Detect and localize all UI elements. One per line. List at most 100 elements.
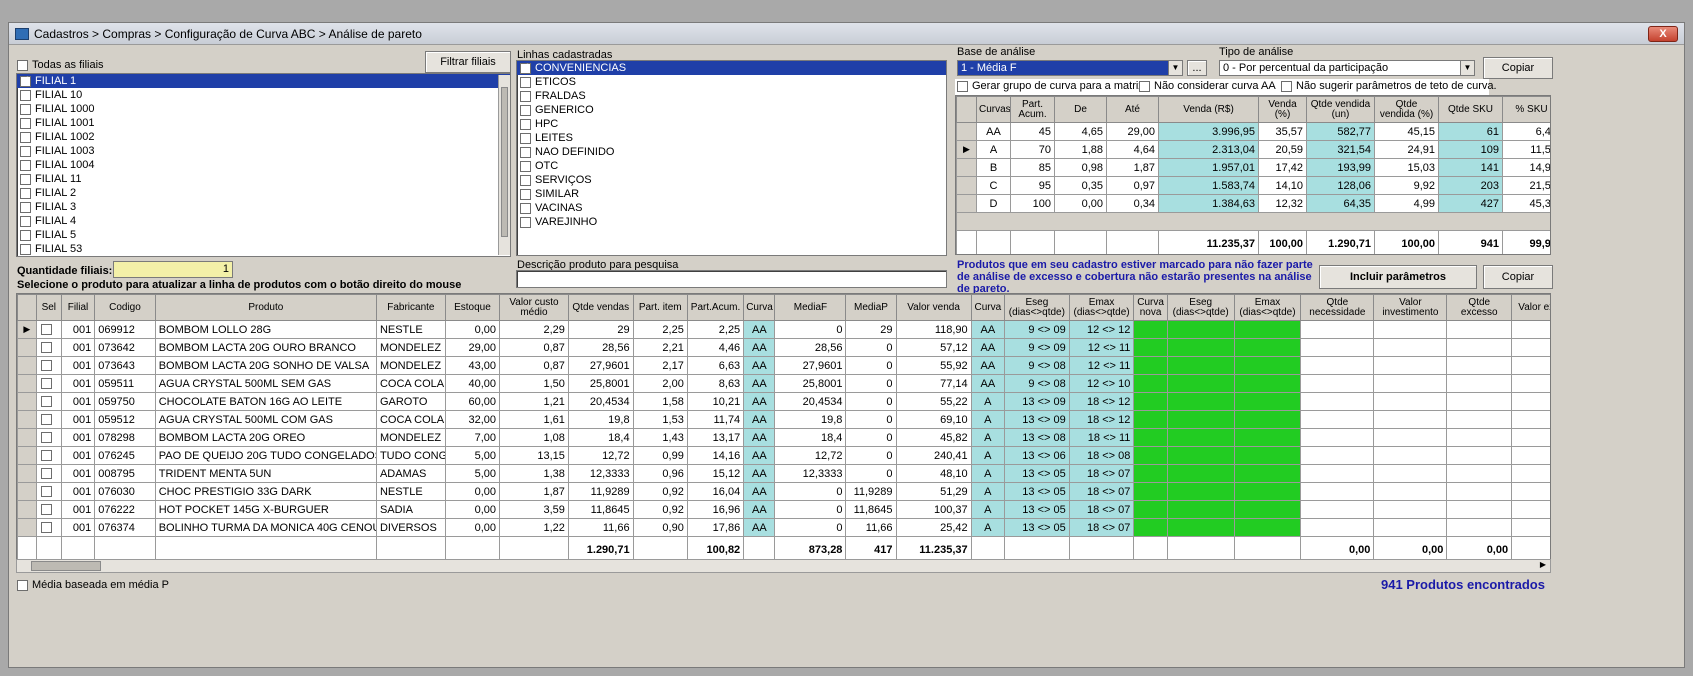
checkbox-icon[interactable]: [520, 202, 531, 214]
product-cell[interactable]: [1446, 374, 1513, 393]
product-cell[interactable]: 001: [60, 320, 96, 339]
product-cell[interactable]: 28,56: [567, 338, 634, 357]
product-cell[interactable]: 9 <> 09: [1004, 338, 1070, 357]
curves-cell[interactable]: 64,35: [1306, 194, 1375, 213]
table-row[interactable]: 001 008795 TRIDENT MENTA 5UN ADAMAS 5,00 1,38…: [17, 464, 1550, 483]
curves-cell[interactable]: 45: [1010, 122, 1055, 141]
curves-cell[interactable]: 1,88: [1054, 140, 1107, 159]
product-cell[interactable]: A: [970, 482, 1006, 501]
checkbox-icon[interactable]: [520, 146, 531, 158]
product-cell[interactable]: [1300, 374, 1375, 393]
product-cell[interactable]: [1233, 500, 1302, 519]
product-cell[interactable]: 001: [60, 428, 96, 447]
product-cell[interactable]: [1511, 428, 1550, 447]
product-cell[interactable]: [1511, 320, 1550, 339]
product-cell[interactable]: [1233, 338, 1302, 357]
product-cell[interactable]: 076030: [94, 482, 156, 501]
curves-cell[interactable]: 0,97: [1106, 176, 1159, 195]
product-cell[interactable]: 0,90: [632, 518, 688, 537]
select-checkbox[interactable]: [41, 378, 53, 390]
product-cell[interactable]: 13 <> 05: [1004, 518, 1070, 537]
product-cell[interactable]: [1133, 482, 1168, 501]
product-cell[interactable]: [1300, 482, 1375, 501]
products-col-header[interactable]: Valor exces: [1511, 294, 1550, 321]
checkbox-icon[interactable]: [520, 76, 531, 88]
product-cell[interactable]: 16,96: [686, 500, 745, 519]
products-col-header[interactable]: Qtde vendas: [567, 294, 634, 321]
product-cell[interactable]: AA: [970, 356, 1006, 375]
product-cell[interactable]: 001: [60, 356, 96, 375]
product-cell[interactable]: 19,8: [774, 410, 847, 429]
product-cell[interactable]: [1511, 500, 1550, 519]
curves-row[interactable]: B 85 0,98 1,87 1.957,01 17,42 193,99 15,03 141 14…: [956, 158, 1550, 177]
product-cell[interactable]: [1233, 374, 1302, 393]
product-cell[interactable]: TUDO CONGI: [375, 446, 446, 465]
close-button[interactable]: X: [1648, 26, 1678, 42]
linha-item[interactable]: LEITES: [517, 131, 946, 145]
product-cell[interactable]: A: [970, 518, 1006, 537]
product-cell[interactable]: [1446, 518, 1513, 537]
curves-col-header[interactable]: Curvas: [976, 96, 1011, 123]
product-cell[interactable]: CHOC PRESTIGIO 33G DARK: [154, 482, 377, 501]
product-cell[interactable]: 001: [60, 374, 96, 393]
product-cell[interactable]: 0: [845, 428, 897, 447]
product-cell[interactable]: [1446, 446, 1513, 465]
curves-col-header[interactable]: % SKU: [1502, 96, 1550, 123]
product-cell[interactable]: [1133, 356, 1168, 375]
curves-cell[interactable]: 14,10: [1258, 176, 1307, 195]
linha-item[interactable]: OTC: [517, 159, 946, 173]
filial-item[interactable]: FILIAL 2: [17, 186, 510, 200]
table-row[interactable]: 001 078298 BOMBOM LACTA 20G OREO MONDELEZ 7,…: [17, 428, 1550, 447]
products-col-header[interactable]: Sel: [35, 294, 62, 321]
curves-cell[interactable]: 29,00: [1106, 122, 1159, 141]
product-cell[interactable]: 2,00: [632, 374, 688, 393]
product-cell[interactable]: 12,72: [567, 446, 634, 465]
filial-item[interactable]: FILIAL 1003: [17, 144, 510, 158]
product-cell[interactable]: 77,14: [895, 374, 972, 393]
table-row[interactable]: 001 073642 BOMBOM LACTA 20G OURO BRANCO MON…: [17, 338, 1550, 357]
curves-cell[interactable]: 17,42: [1258, 158, 1307, 177]
product-cell[interactable]: [1300, 392, 1375, 411]
product-cell[interactable]: [1133, 392, 1168, 411]
product-cell[interactable]: 5,00: [444, 446, 501, 465]
media-checkbox[interactable]: Média baseada em média P: [17, 579, 169, 591]
product-cell[interactable]: TRIDENT MENTA 5UN: [154, 464, 377, 483]
product-cell[interactable]: [1446, 482, 1513, 501]
product-cell[interactable]: 17,86: [686, 518, 745, 537]
curves-col-header[interactable]: Qtde vendida (%): [1374, 96, 1439, 123]
product-cell[interactable]: [1233, 320, 1302, 339]
checkbox-icon[interactable]: [20, 159, 31, 171]
product-cell[interactable]: [1373, 464, 1448, 483]
curves-cell[interactable]: D: [976, 194, 1011, 213]
product-cell[interactable]: 0: [845, 446, 897, 465]
curves-cell[interactable]: 2.313,04: [1158, 140, 1259, 159]
product-cell[interactable]: [1446, 338, 1513, 357]
product-cell[interactable]: CHOCOLATE BATON 16G AO LEITE: [154, 392, 377, 411]
curves-cell[interactable]: 61: [1438, 122, 1503, 141]
qty-filiais-field[interactable]: 1: [113, 261, 233, 278]
products-col-header[interactable]: Part.Acum.: [686, 294, 745, 321]
products-col-header[interactable]: MediaP: [845, 294, 897, 321]
curves-cell[interactable]: 1,87: [1106, 158, 1159, 177]
product-cell[interactable]: 2,25: [632, 320, 688, 339]
select-cell[interactable]: [35, 410, 62, 429]
product-cell[interactable]: [1511, 356, 1550, 375]
select-cell[interactable]: [35, 500, 62, 519]
product-cell[interactable]: AA: [743, 482, 776, 501]
product-cell[interactable]: 8,63: [686, 374, 745, 393]
product-cell[interactable]: 1,61: [499, 410, 569, 429]
product-cell[interactable]: AA: [743, 464, 776, 483]
curves-cell[interactable]: 1.583,74: [1158, 176, 1259, 195]
product-cell[interactable]: 076222: [94, 500, 156, 519]
product-cell[interactable]: 69,10: [895, 410, 972, 429]
table-row[interactable]: 001 073643 BOMBOM LACTA 20G SONHO DE VALSA…: [17, 356, 1550, 375]
product-cell[interactable]: 40,00: [444, 374, 501, 393]
select-checkbox[interactable]: [41, 504, 53, 516]
base-more-button[interactable]: ...: [1187, 60, 1207, 76]
linha-item[interactable]: VAREJINHO: [517, 215, 946, 229]
product-cell[interactable]: [1133, 500, 1168, 519]
products-col-header[interactable]: Part. item: [632, 294, 688, 321]
checkbox-icon[interactable]: [20, 215, 31, 227]
curves-cell[interactable]: 6,48: [1502, 122, 1550, 141]
filial-item[interactable]: FILIAL 1004: [17, 158, 510, 172]
